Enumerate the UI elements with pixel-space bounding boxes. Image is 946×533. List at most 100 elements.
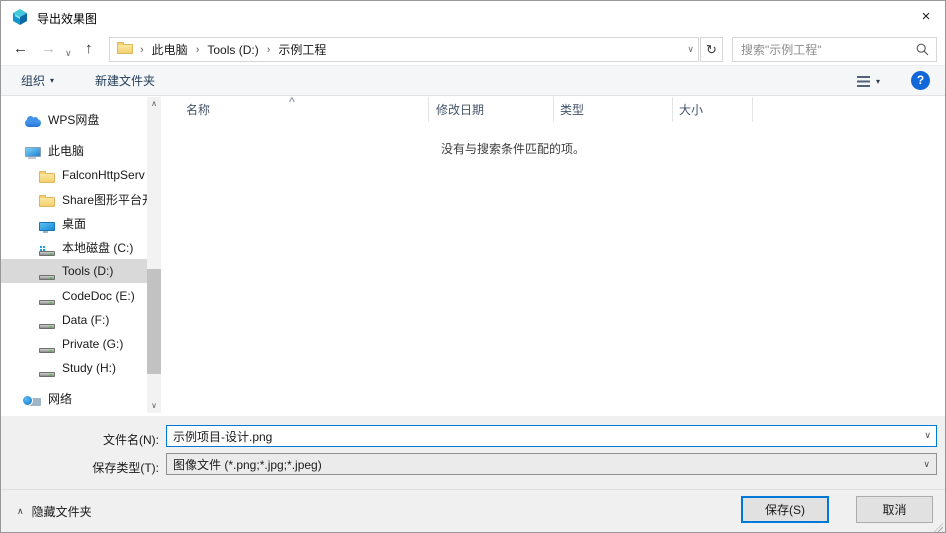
- sidebar-item-label: CodeDoc (E:): [62, 289, 135, 303]
- breadcrumb-separator-icon[interactable]: ›: [265, 44, 273, 56]
- collapse-icon: ∧: [17, 506, 24, 517]
- title-bar: 导出效果图 ×: [1, 1, 945, 33]
- drive-icon: [39, 348, 55, 353]
- help-icon[interactable]: ?: [911, 71, 930, 90]
- sidebar-scrollbar[interactable]: ∧ ∨: [147, 97, 161, 413]
- sidebar-item[interactable]: Tools (D:): [1, 259, 147, 283]
- drive-os-icon: [39, 251, 55, 256]
- filename-dropdown-icon[interactable]: ∨: [924, 430, 931, 441]
- filetype-dropdown-icon: ∨: [923, 459, 930, 470]
- sidebar-item[interactable]: Data (F:): [1, 308, 147, 332]
- sidebar-item-label: 本地磁盘 (C:): [62, 239, 133, 256]
- new-folder-button[interactable]: 新建文件夹: [87, 66, 163, 95]
- column-label: 类型: [560, 101, 584, 118]
- desktop-icon: [39, 222, 55, 231]
- view-mode-button[interactable]: ▾: [857, 73, 880, 89]
- address-bar[interactable]: ›此电脑›Tools (D:)›示例工程 ∨: [109, 37, 699, 62]
- folder-icon: [39, 173, 55, 183]
- drive-icon: [39, 300, 55, 305]
- command-toolbar: 组织 ▾ 新建文件夹 ▾ ?: [1, 65, 945, 96]
- scroll-up-icon[interactable]: ∧: [147, 97, 161, 111]
- sidebar-item[interactable]: Share图形平台开: [1, 187, 147, 211]
- hide-folders-label: 隐藏文件夹: [32, 503, 92, 520]
- list-view-icon: [857, 76, 870, 87]
- computer-icon: [25, 147, 41, 157]
- filetype-value: 图像文件 (*.png;*.jpg;*.jpeg): [173, 456, 322, 473]
- sidebar-item-label: Study (H:): [62, 361, 116, 375]
- breadcrumb: ›此电脑›Tools (D:)›示例工程: [138, 38, 332, 61]
- breadcrumb-item[interactable]: Tools (D:): [201, 43, 264, 57]
- sidebar-item[interactable]: 网络: [1, 386, 147, 410]
- hide-folders-toggle[interactable]: ∧ 隐藏文件夹: [17, 503, 92, 520]
- search-icon[interactable]: [916, 43, 929, 56]
- search-box: [732, 37, 937, 62]
- forward-icon: →: [41, 39, 56, 59]
- column-header-blank: [753, 97, 944, 122]
- column-label: 名称: [186, 101, 210, 118]
- up-icon[interactable]: ↑: [85, 39, 93, 59]
- breadcrumb-item[interactable]: 示例工程: [272, 41, 332, 58]
- breadcrumb-separator-icon[interactable]: ›: [194, 44, 202, 56]
- navigation-pane: WPS网盘此电脑 FalconHttpServ Share图形平台开桌面本地磁盘 (…: [1, 97, 147, 416]
- scroll-down-icon[interactable]: ∨: [147, 399, 161, 413]
- sidebar-item-label: 此电脑: [48, 142, 84, 159]
- app-cube-icon: [11, 8, 29, 26]
- back-icon[interactable]: ←: [13, 39, 28, 59]
- column-header-date[interactable]: 修改日期: [429, 97, 554, 122]
- cloud-icon: [25, 119, 41, 127]
- breadcrumb-separator-icon[interactable]: ›: [138, 44, 146, 56]
- drive-icon: [39, 275, 55, 280]
- sort-ascending-icon: ∧: [288, 95, 297, 104]
- sidebar-item-label: 桌面: [62, 215, 86, 232]
- scrollbar-thumb[interactable]: [147, 269, 161, 374]
- file-fields-area: 文件名(N): ∨ 保存类型(T): 图像文件 (*.png;*.jpg;*.j…: [1, 416, 945, 489]
- column-header-name[interactable]: 名称 ∧: [161, 97, 429, 122]
- column-label: 大小: [679, 101, 703, 118]
- filename-combo: ∨: [166, 425, 937, 447]
- column-label: 修改日期: [436, 101, 484, 118]
- filename-label: 文件名(N):: [1, 431, 159, 448]
- drive-icon: [39, 372, 55, 377]
- sidebar-item-label: WPS网盘: [48, 111, 99, 128]
- drive-icon: [39, 324, 55, 329]
- cancel-button[interactable]: 取消: [856, 496, 933, 523]
- sidebar-item[interactable]: 本地磁盘 (C:): [1, 235, 147, 259]
- sidebar-item[interactable]: Study (H:): [1, 356, 147, 380]
- sidebar-item-label: FalconHttpServ: [62, 168, 145, 182]
- folder-icon: [39, 197, 55, 207]
- sidebar-item-label: Share图形平台开: [62, 191, 147, 208]
- history-dropdown-icon[interactable]: ∨: [65, 43, 72, 63]
- sidebar-item[interactable]: WPS网盘: [1, 107, 147, 131]
- column-header-row: 名称 ∧ 修改日期 类型 大小: [161, 97, 944, 122]
- navigation-bar: ← → ∨ ↑ ›此电脑›Tools (D:)›示例工程 ∨ ↻: [1, 33, 945, 65]
- organize-label: 组织: [21, 72, 45, 89]
- organize-caret-icon: ▾: [50, 76, 54, 85]
- view-caret-icon: ▾: [876, 77, 880, 86]
- current-folder-icon[interactable]: [117, 44, 133, 54]
- resize-grip[interactable]: [934, 523, 943, 532]
- close-icon[interactable]: ×: [911, 3, 941, 31]
- filename-input[interactable]: [166, 425, 937, 447]
- sidebar-item-label: Private (G:): [62, 337, 123, 351]
- column-header-size[interactable]: 大小: [673, 97, 753, 122]
- sidebar-item-label: Data (F:): [62, 313, 109, 327]
- empty-results-message: 没有与搜索条件匹配的项。: [441, 140, 585, 157]
- sidebar-item[interactable]: FalconHttpServ: [1, 163, 147, 187]
- sidebar-item[interactable]: 桌面: [1, 211, 147, 235]
- breadcrumb-item[interactable]: 此电脑: [146, 41, 194, 58]
- sidebar-item-label: Tools (D:): [62, 264, 113, 278]
- sidebar-item[interactable]: CodeDoc (E:): [1, 284, 147, 308]
- refresh-icon[interactable]: ↻: [700, 37, 723, 62]
- organize-button[interactable]: 组织 ▾: [13, 66, 62, 95]
- search-input[interactable]: [735, 39, 922, 60]
- dialog-title: 导出效果图: [37, 10, 97, 27]
- save-button[interactable]: 保存(S): [741, 496, 829, 523]
- filetype-select[interactable]: 图像文件 (*.png;*.jpg;*.jpeg) ∨: [166, 453, 937, 475]
- new-folder-label: 新建文件夹: [95, 72, 155, 89]
- network-icon: [25, 398, 41, 406]
- sidebar-item[interactable]: 此电脑: [1, 138, 147, 162]
- address-dropdown-icon[interactable]: ∨: [687, 44, 694, 55]
- column-header-type[interactable]: 类型: [554, 97, 673, 122]
- bottom-bar: ∧ 隐藏文件夹 保存(S) 取消: [1, 489, 945, 533]
- sidebar-item[interactable]: Private (G:): [1, 332, 147, 356]
